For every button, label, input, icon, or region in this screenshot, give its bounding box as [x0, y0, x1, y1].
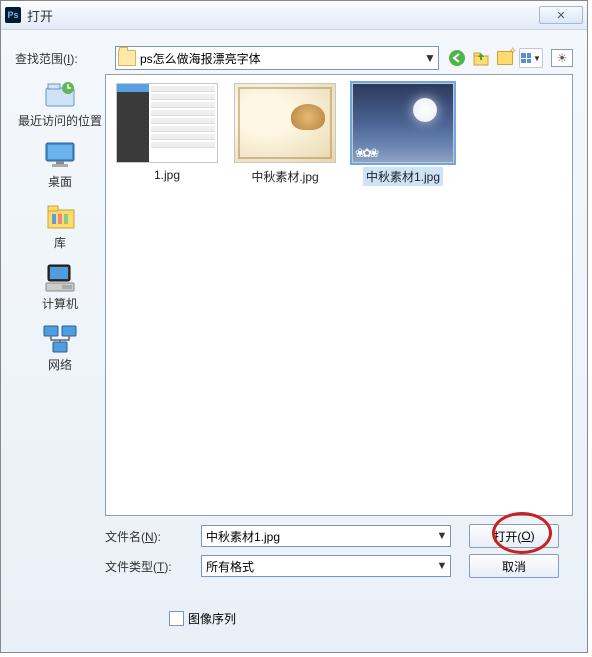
computer-icon	[42, 261, 78, 293]
file-item-2[interactable]: 中秋素材.jpg	[230, 81, 340, 188]
place-recent[interactable]: 最近访问的位置	[18, 78, 102, 129]
chevron-down-icon: ▼	[422, 51, 438, 65]
photoshop-icon: Ps	[5, 7, 21, 23]
image-sequence-checkbox[interactable]	[169, 611, 184, 626]
filetype-row: 文件类型(T): 所有格式 ▼ 取消	[105, 554, 573, 578]
thumbnail	[116, 83, 218, 163]
toolbar: ✧ ▼	[447, 48, 543, 68]
place-libraries[interactable]: 库	[42, 200, 78, 251]
filename-row: 文件名(N): 中秋素材1.jpg ▼ 打开(O)	[105, 524, 573, 548]
folder-icon	[118, 50, 136, 66]
chevron-down-icon: ▼	[434, 560, 450, 572]
thumbnail	[234, 83, 336, 163]
back-arrow-icon	[448, 49, 466, 67]
up-folder-icon	[472, 49, 490, 67]
file-name: 中秋素材1.jpg	[363, 167, 443, 186]
back-button[interactable]	[447, 48, 467, 68]
look-in-combobox[interactable]: ps怎么做海报漂亮字体 ▼	[115, 46, 439, 70]
image-sequence-row: 图像序列	[169, 610, 573, 627]
chevron-down-icon: ▼	[434, 530, 450, 542]
thumbnail: ❀✿❀	[352, 83, 454, 163]
close-icon: ✕	[556, 9, 565, 22]
network-icon	[42, 322, 78, 354]
new-star-icon: ✧	[509, 46, 517, 57]
place-label: 计算机	[42, 295, 78, 312]
file-item-1[interactable]: 1.jpg	[112, 81, 222, 188]
show-favorites-button[interactable]: ☀	[551, 49, 573, 67]
place-label: 最近访问的位置	[18, 112, 102, 129]
file-item-3[interactable]: ❀✿❀ 中秋素材1.jpg	[348, 81, 458, 188]
file-name: 1.jpg	[151, 167, 183, 183]
star-icon: ☀	[557, 51, 568, 65]
look-in-value: ps怎么做海报漂亮字体	[140, 50, 422, 67]
file-name: 中秋素材.jpg	[248, 167, 321, 186]
place-desktop[interactable]: 桌面	[42, 139, 78, 190]
place-label: 桌面	[48, 173, 72, 190]
filetype-select[interactable]: 所有格式 ▼	[201, 555, 451, 577]
desktop-icon	[42, 139, 78, 171]
open-dialog: Ps 打开 ✕ 查找范围(I): ps怎么做海报漂亮字体 ▼	[0, 0, 588, 653]
titlebar: Ps 打开 ✕	[1, 1, 587, 30]
filetype-label: 文件类型(T):	[105, 558, 201, 575]
dialog-title: 打开	[27, 6, 539, 25]
file-list[interactable]: 1.jpg 中秋素材.jpg ❀✿❀ 中秋素材1.jpg	[105, 74, 573, 516]
place-computer[interactable]: 计算机	[42, 261, 78, 312]
thumbnails-icon	[521, 53, 531, 63]
cancel-button[interactable]: 取消	[469, 554, 559, 578]
image-sequence-label: 图像序列	[188, 610, 236, 627]
place-network[interactable]: 网络	[42, 322, 78, 373]
look-in-row: 查找范围(I): ps怎么做海报漂亮字体 ▼ ✧	[15, 46, 573, 70]
look-in-label: 查找范围(I):	[15, 50, 115, 67]
filename-input[interactable]: 中秋素材1.jpg ▼	[201, 525, 451, 547]
place-label: 网络	[48, 356, 72, 373]
up-one-level-button[interactable]	[471, 48, 491, 68]
filetype-value: 所有格式	[206, 558, 434, 575]
place-label: 库	[54, 234, 66, 251]
close-button[interactable]: ✕	[539, 6, 583, 24]
new-folder-button[interactable]: ✧	[495, 48, 515, 68]
recent-places-icon	[42, 78, 78, 110]
chevron-down-icon: ▼	[533, 54, 541, 63]
libraries-icon	[42, 200, 78, 232]
view-menu-button[interactable]: ▼	[519, 48, 543, 68]
filename-label: 文件名(N):	[105, 528, 201, 545]
filename-value: 中秋素材1.jpg	[206, 528, 434, 545]
places-bar: 最近访问的位置 桌面 库 计算机 网络	[15, 74, 105, 516]
open-button[interactable]: 打开(O)	[469, 524, 559, 548]
